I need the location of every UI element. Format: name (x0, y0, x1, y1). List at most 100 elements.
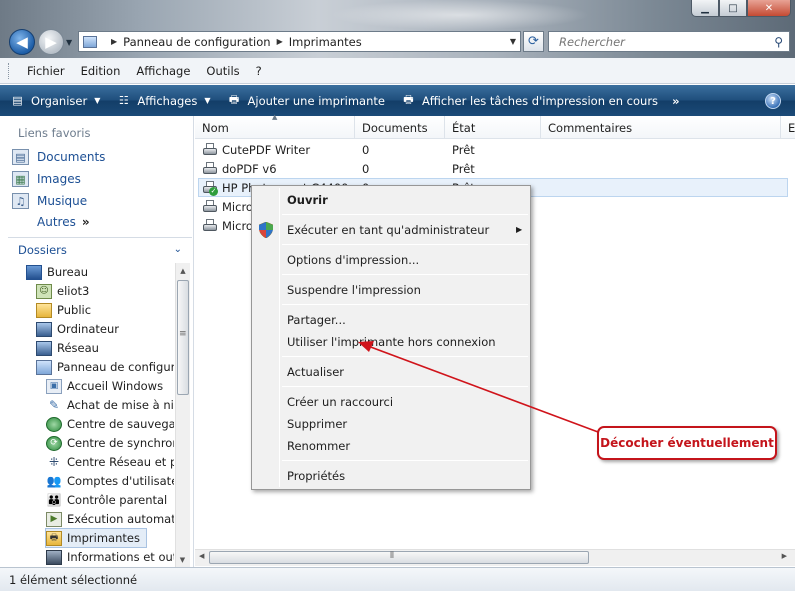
breadcrumb-separator-icon[interactable]: ▶ (277, 37, 283, 46)
add-printer-button[interactable]: 🖶 Ajouter une imprimante (227, 93, 385, 108)
tree-item-centre-reseau[interactable]: ⁜ Centre Réseau et par (46, 453, 174, 471)
add-printer-icon: 🖶 (228, 93, 240, 106)
favorite-autres[interactable]: Autres » (37, 215, 90, 229)
folders-label: Dossiers (18, 242, 67, 257)
folders-header[interactable]: Dossiers ⌄ (8, 237, 192, 261)
tree-label: Accueil Windows (67, 379, 164, 393)
menu-item-ouvrir[interactable]: Ouvrir (287, 190, 328, 210)
menu-aide[interactable]: ? (248, 64, 270, 78)
tree-label: Centre de synchroni (67, 436, 174, 450)
scroll-right-icon[interactable]: ▶ (782, 552, 787, 560)
toolbar-grip[interactable] (8, 62, 11, 79)
printer-row[interactable]: doPDF v6 0 Prêt (202, 159, 475, 178)
search-box[interactable]: ⚲ (548, 31, 790, 52)
more-commands-button[interactable]: » (672, 94, 679, 108)
add-printer-label: Ajouter une imprimante (247, 93, 385, 108)
menu-item-renommer[interactable]: Renommer (287, 436, 350, 456)
printer-icon (202, 142, 218, 157)
menu-item-actualiser[interactable]: Actualiser (287, 362, 344, 382)
menu-item-options-impression[interactable]: Options d'impression... (287, 250, 419, 270)
column-header-emplacement[interactable]: E (781, 116, 795, 139)
scroll-up-icon[interactable]: ▲ (176, 263, 190, 278)
tree-item-accueil-windows[interactable]: ▣ Accueil Windows (46, 377, 163, 395)
sort-ascending-icon: ▲ (272, 113, 278, 121)
tree-item-public[interactable]: Public (36, 301, 91, 319)
tree-item-bureau[interactable]: Bureau (26, 263, 88, 281)
menu-outils[interactable]: Outils (198, 64, 247, 78)
maximize-button[interactable]: □ (719, 0, 747, 17)
tree-item-reseau[interactable]: Réseau (36, 339, 99, 357)
chevron-down-icon: ▼ (204, 96, 211, 105)
welcome-center-icon: ▣ (46, 378, 62, 394)
tree-label: Imprimantes (67, 531, 140, 545)
favorite-documents[interactable]: ▤ Documents (12, 149, 105, 165)
menu-item-proprietes[interactable]: Propriétés (287, 466, 345, 486)
menu-item-supprimer[interactable]: Supprimer (287, 414, 347, 434)
menu-item-utiliser-hors-connexion[interactable]: Utiliser l'imprimante hors connexion (287, 332, 496, 352)
tree-item-centre-sauvegarde[interactable]: Centre de sauvegarc (46, 415, 174, 433)
back-button[interactable]: ◀ (9, 29, 35, 55)
forward-button[interactable]: ▶ (38, 29, 64, 55)
tree-item-eliot3[interactable]: ☺ eliot3 (36, 282, 89, 300)
address-dropdown-icon[interactable]: ▼ (510, 37, 516, 46)
folder-tree-scrollbar[interactable]: ▲ ▼ (175, 263, 190, 567)
scrollbar-thumb[interactable] (177, 280, 189, 395)
menu-item-suspendre-impression[interactable]: Suspendre l'impression (287, 280, 421, 300)
affichages-button[interactable]: ☷ Affichages ▼ (116, 93, 211, 108)
tree-item-controle-parental[interactable]: 👪 Contrôle parental (46, 491, 168, 509)
menu-item-partager[interactable]: Partager... (287, 310, 346, 330)
printer-name: CutePDF Writer (222, 142, 311, 157)
tree-item-panneau-de-configuration[interactable]: Panneau de configura (36, 358, 174, 376)
column-header-documents[interactable]: Documents (355, 116, 445, 139)
refresh-button[interactable]: ⟳ (523, 31, 544, 52)
organiser-label: Organiser (31, 93, 88, 108)
search-input[interactable] (557, 33, 757, 50)
breadcrumb-separator-icon[interactable]: ▶ (111, 37, 117, 46)
tree-item-execution-automatique[interactable]: ▶ Exécution automatic (46, 510, 174, 528)
column-header-etat[interactable]: État (445, 116, 541, 139)
favorites-heading: Liens favoris (18, 126, 91, 140)
recent-pages-dropdown[interactable]: ▼ (66, 38, 72, 47)
breadcrumb-printers[interactable]: Imprimantes (289, 35, 362, 49)
chevron-down-icon[interactable]: ⌄ (174, 244, 182, 255)
menu-separator (282, 274, 528, 275)
tree-item-achat-mise-a-niveau[interactable]: ✎ Achat de mise à nive (46, 396, 174, 414)
column-header-nom[interactable]: ▲ Nom (195, 113, 355, 139)
scrollbar-thumb[interactable] (209, 551, 589, 564)
breadcrumb-control-panel[interactable]: Panneau de configuration (123, 35, 270, 49)
close-button[interactable]: ✕ (747, 0, 791, 17)
printer-row[interactable]: CutePDF Writer 0 Prêt (202, 140, 475, 159)
minimize-button[interactable]: ▁ (691, 0, 719, 17)
favorite-images[interactable]: ▦ Images (12, 171, 81, 187)
tree-item-imprimantes[interactable]: 🖶 Imprimantes (45, 528, 147, 548)
affichages-label: Affichages (137, 93, 198, 108)
menu-separator (282, 356, 528, 357)
horizontal-scrollbar[interactable]: ◀ ▶ (195, 549, 795, 566)
menu-edition[interactable]: Edition (73, 64, 129, 78)
favorite-musique[interactable]: ♫ Musique (12, 193, 87, 209)
navigation-pane: Liens favoris ▤ Documents ▦ Images ♫ Mus… (0, 116, 194, 567)
tree-item-ordinateur[interactable]: Ordinateur (36, 320, 119, 338)
organiser-button[interactable]: ▤ Organiser ▼ (10, 94, 100, 108)
printer-documents: 0 (362, 161, 370, 176)
views-icon: ☷ (118, 94, 129, 107)
menu-item-executer-admin[interactable]: Exécuter en tant qu'administrateur (287, 220, 489, 240)
help-icon[interactable]: ? (765, 93, 781, 109)
tree-label: Bureau (47, 265, 89, 279)
column-label: E (788, 120, 795, 135)
menu-affichage[interactable]: Affichage (128, 64, 198, 78)
search-icon[interactable]: ⚲ (774, 35, 783, 49)
column-header-commentaires[interactable]: Commentaires (541, 116, 781, 139)
scroll-left-icon[interactable]: ◀ (199, 552, 204, 560)
see-print-jobs-button[interactable]: 🖶 Afficher les tâches d'impression en co… (401, 93, 658, 108)
menu-fichier[interactable]: Fichier (19, 64, 73, 78)
tree-item-comptes-utilisateurs[interactable]: 👥 Comptes d'utilisater (46, 472, 174, 490)
scroll-down-icon[interactable]: ▼ (176, 552, 189, 567)
tree-item-centre-synchronisation[interactable]: ⟳ Centre de synchroni (46, 434, 174, 452)
address-bar[interactable]: ▶ Panneau de configuration ▶ Imprimantes… (78, 31, 521, 52)
performance-icon (46, 549, 62, 565)
tree-item-informations-outils[interactable]: Informations et outi (46, 548, 174, 566)
documents-icon: ▤ (12, 149, 29, 165)
default-printer-icon: ✓ (202, 180, 218, 196)
menu-item-creer-raccourci[interactable]: Créer un raccourci (287, 392, 393, 412)
